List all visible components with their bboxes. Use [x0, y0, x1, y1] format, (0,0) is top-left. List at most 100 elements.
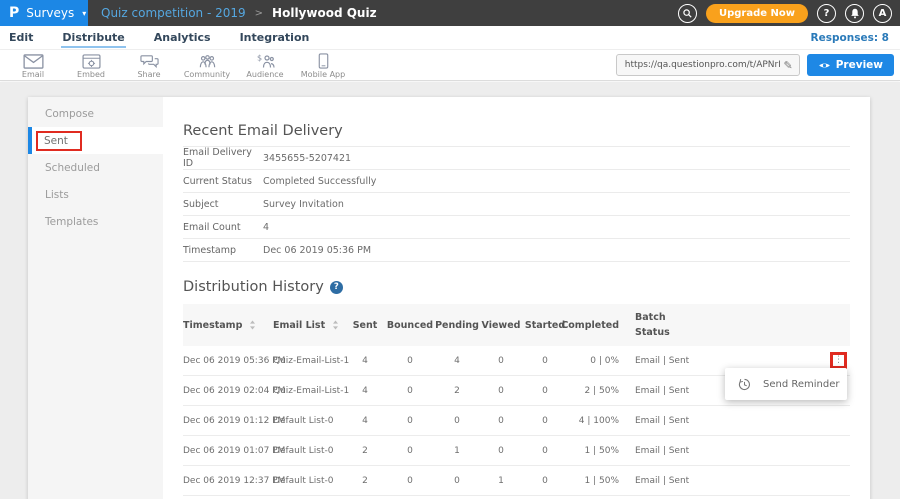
table-cell-value: 0: [542, 446, 548, 456]
help-circle-icon[interactable]: ?: [330, 281, 343, 294]
sidebar-item-lists[interactable]: Lists: [28, 181, 163, 208]
detail-label: Subject: [183, 199, 263, 210]
table-cell: 4: [345, 416, 385, 426]
detail-value: 3455655-5207421: [263, 153, 351, 164]
sidebar-item-sent[interactable]: Sent: [28, 127, 163, 154]
survey-nav: EditDistributeAnalyticsIntegration Respo…: [0, 26, 900, 50]
table-cell: 0: [523, 356, 567, 366]
table-cell: 0: [385, 386, 435, 396]
notifications-button[interactable]: [845, 4, 864, 23]
table-cell: 0: [479, 416, 523, 426]
toolbar-item-label: Mobile App: [301, 70, 345, 79]
nav-tabs: Edit Distribute Analytics Integration: [8, 27, 337, 48]
table-cell-value: 2 | 50%: [585, 386, 619, 396]
table-cell: Dec 06 2019 01:07 PM: [183, 446, 273, 456]
page-background: ComposeSentScheduledListsTemplates Recen…: [0, 82, 900, 499]
table-cell-value: 1: [454, 446, 460, 456]
sidebar-item-label: Compose: [45, 108, 94, 120]
column-header-batch-status: Batch Status: [619, 310, 820, 340]
table-cell-value: Email | Sent: [635, 476, 689, 486]
table-cell: 0: [385, 416, 435, 426]
table-cell-value: Email | Sent: [635, 386, 689, 396]
toolbar-items: EmailEmbed Share Community $Audience Mobile …: [4, 52, 352, 79]
table-cell-value: Dec 06 2019 05:36 PM: [183, 356, 285, 366]
sidebar-item-label: Templates: [45, 216, 98, 228]
table-cell: 0: [523, 446, 567, 456]
eye-icon: [818, 61, 831, 70]
table-cell: Email | Sent: [619, 446, 820, 456]
column-header-label: Completed: [561, 320, 619, 331]
toolbar-item-community[interactable]: Community: [178, 52, 236, 79]
table-cell-value: 0: [542, 476, 548, 486]
table-cell-value: 0: [407, 476, 413, 486]
help-button[interactable]: ?: [817, 4, 836, 23]
toolbar-item-mobile-app[interactable]: Mobile App: [294, 52, 352, 79]
product-menu[interactable]: P Surveys ▾: [0, 0, 88, 26]
breadcrumb-separator-icon: >: [255, 8, 263, 19]
table-cell: 0: [479, 446, 523, 456]
toolbar-item-embed[interactable]: Embed: [62, 52, 120, 79]
distribution-history-table: TimestampEmail ListSentBouncedPendingVie…: [183, 304, 850, 496]
toolbar-item-share[interactable]: Share: [120, 52, 178, 79]
breadcrumb-current: Hollywood Quiz: [272, 6, 377, 20]
column-header-bounced: Bounced: [385, 320, 435, 331]
upgrade-now-button[interactable]: Upgrade Now: [706, 4, 808, 23]
table-cell: 0: [385, 476, 435, 486]
table-cell: Dec 06 2019 12:37 PM: [183, 476, 273, 486]
table-cell: 2: [345, 446, 385, 456]
survey-url-input[interactable]: [625, 60, 780, 70]
sidebar-item-compose[interactable]: Compose: [28, 100, 163, 127]
table-cell-value: 0: [498, 356, 504, 366]
toolbar-item-audience[interactable]: $Audience: [236, 52, 294, 79]
search-icon: [683, 9, 692, 18]
preview-button[interactable]: Preview: [807, 54, 894, 76]
toolbar-item-label: Share: [137, 70, 160, 79]
email-icon: [23, 54, 44, 69]
product-menu-label: Surveys: [26, 6, 74, 20]
column-header-label: Timestamp: [183, 320, 242, 331]
edit-pencil-icon[interactable]: ✎: [784, 59, 793, 72]
table-cell: 0: [523, 386, 567, 396]
column-header-completed: Completed: [567, 320, 619, 331]
tab-distribute[interactable]: Distribute: [61, 27, 125, 48]
share-icon: [140, 54, 159, 69]
send-reminder-menu-item[interactable]: Send Reminder: [725, 368, 847, 400]
mobile-app-icon: [318, 54, 329, 69]
detail-row-current-status: Current StatusCompleted Successfully: [183, 169, 850, 192]
audience-icon: $: [255, 54, 275, 69]
toolbar-item-email[interactable]: Email: [4, 52, 62, 79]
table-cell: 0: [523, 476, 567, 486]
tab-edit[interactable]: Edit: [8, 27, 34, 48]
distribute-sidebar: Compose SentScheduled Lists Templates: [28, 97, 163, 499]
table-cell: Default List-0: [273, 446, 345, 456]
breadcrumb-parent[interactable]: Quiz competition - 2019: [101, 6, 246, 20]
column-header-timestamp: Timestamp: [183, 320, 273, 331]
sidebar-item-scheduled[interactable]: Scheduled: [28, 154, 163, 181]
toolbar-item-label: Audience: [246, 70, 283, 79]
account-avatar[interactable]: A: [873, 4, 892, 23]
chevron-down-icon: ▾: [82, 9, 86, 18]
detail-row-email-delivery-id: Email Delivery ID3455655-5207421: [183, 146, 850, 169]
sort-icon[interactable]: [332, 320, 339, 330]
table-cell: 2 | 50%: [567, 386, 619, 396]
table-cell-value: 1 | 50%: [585, 446, 619, 456]
table-cell-value: 0: [454, 476, 460, 486]
table-cell: 1 | 50%: [567, 446, 619, 456]
tab-integration[interactable]: Integration: [239, 27, 311, 48]
search-button[interactable]: [678, 4, 697, 23]
sort-icon[interactable]: [249, 320, 256, 330]
active-indicator-bar: [28, 127, 32, 154]
table-cell: Quiz-Email-List-1: [273, 386, 345, 396]
table-cell-value: 4: [362, 416, 368, 426]
table-cell-value: 4: [362, 386, 368, 396]
tab-analytics[interactable]: Analytics: [153, 27, 212, 48]
sidebar-item-label: Lists: [45, 189, 69, 201]
table-cell-value: Dec 06 2019 01:12 PM: [183, 416, 285, 426]
toolbar-item-label: Community: [184, 70, 230, 79]
column-header-viewed: Viewed: [479, 320, 523, 331]
detail-row-timestamp: TimestampDec 06 2019 05:36 PM: [183, 238, 850, 261]
sidebar-item-templates[interactable]: Templates: [28, 208, 163, 235]
table-cell-value: 4 | 100%: [579, 416, 619, 426]
more-actions-icon[interactable]: ⋮: [834, 356, 843, 365]
table-cell-value: Dec 06 2019 12:37 PM: [183, 476, 285, 486]
